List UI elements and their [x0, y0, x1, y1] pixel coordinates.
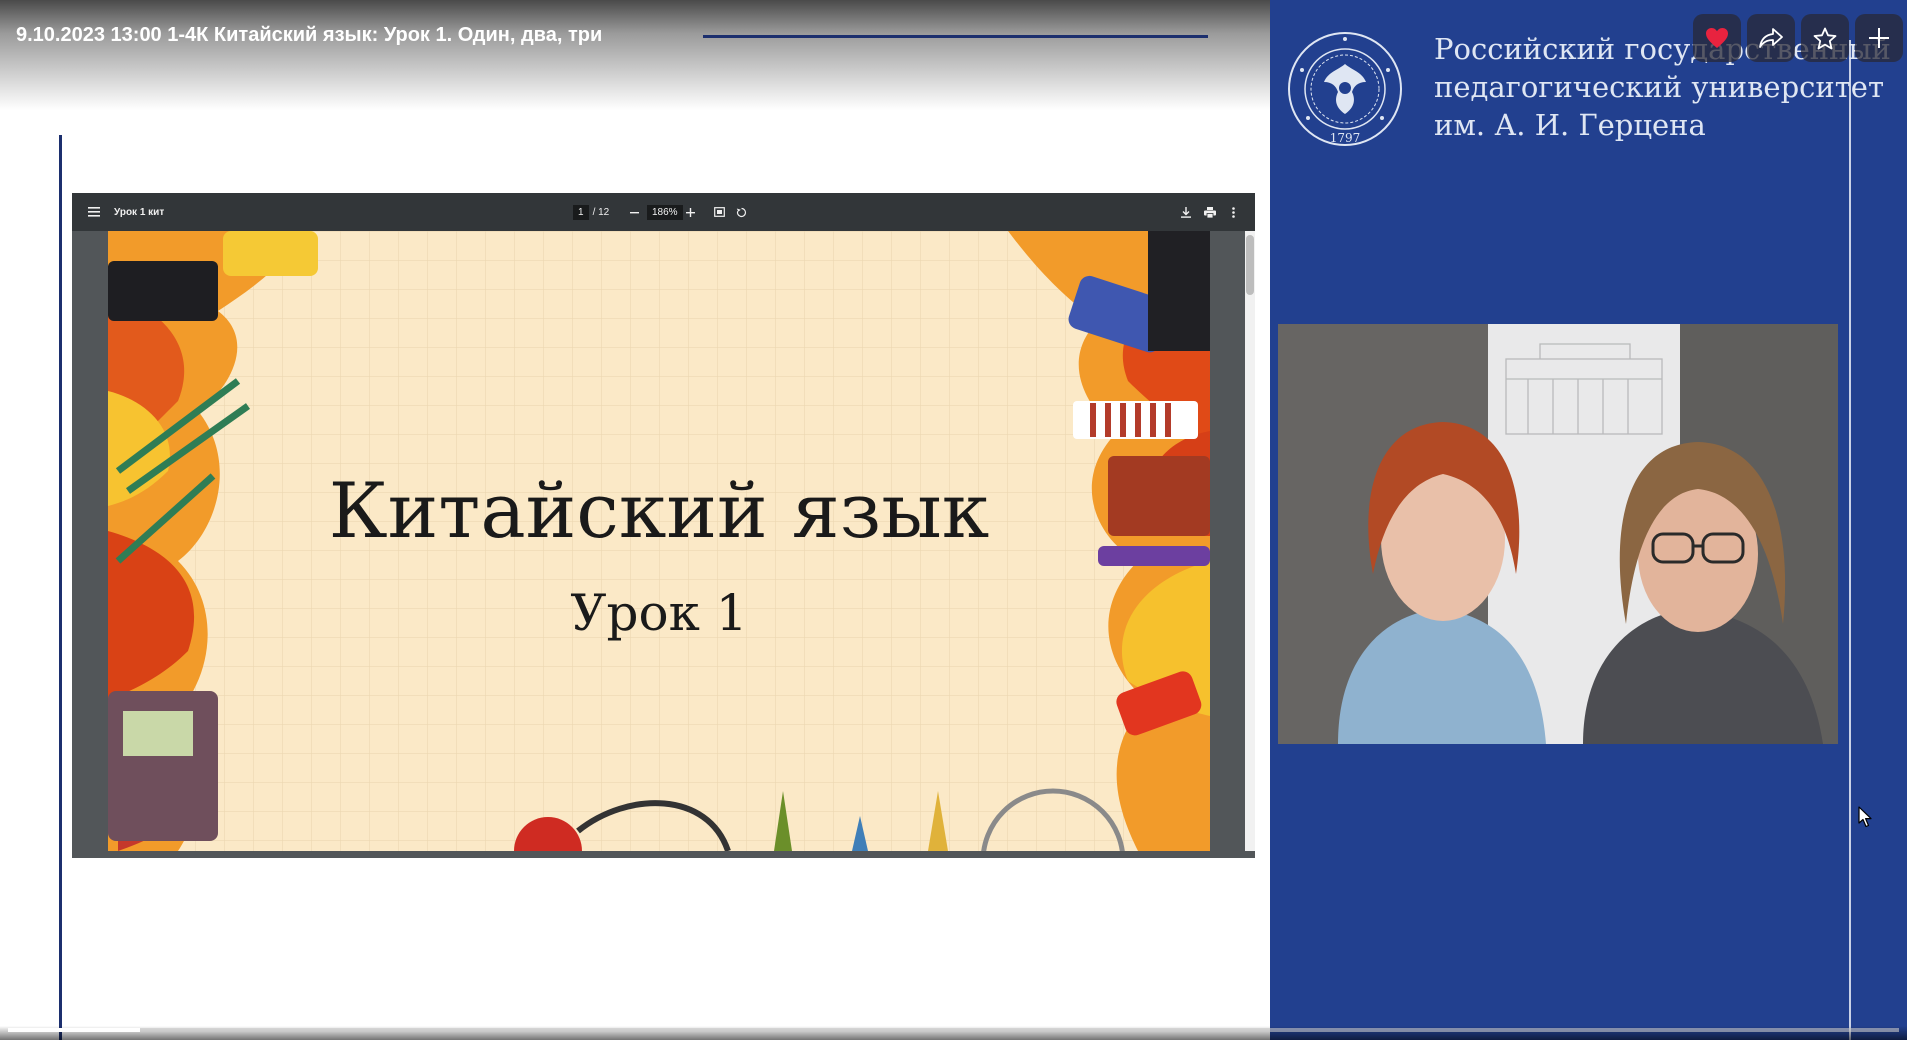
more-vert-icon[interactable]	[1227, 193, 1239, 231]
share-icon	[1759, 28, 1783, 48]
slide-page: Китайский язык Урок 1	[108, 231, 1210, 851]
add-button[interactable]	[1855, 14, 1903, 62]
pdf-file-name: Урок 1 кит	[114, 206, 165, 218]
like-button[interactable]	[1693, 14, 1741, 62]
plus-icon	[1869, 28, 1889, 48]
university-name-line-3: им. А. И. Герцена	[1434, 108, 1706, 142]
video-title-overlay	[0, 0, 1270, 110]
mouse-cursor-icon	[1858, 806, 1874, 828]
pdf-scrollbar[interactable]	[1245, 231, 1255, 851]
print-icon[interactable]	[1201, 193, 1219, 231]
rotate-icon[interactable]	[733, 193, 749, 231]
slide-title: Китайский язык	[328, 466, 990, 555]
zoom-out-button[interactable]	[627, 193, 641, 231]
slide-subtitle: Урок 1	[570, 584, 748, 642]
progress-fill	[8, 1028, 141, 1032]
page-total: / 12	[592, 206, 610, 218]
pdf-viewer: Урок 1 кит 1 / 12 186% Китайский язык Ур…	[72, 193, 1255, 858]
progress-bar[interactable]	[8, 1028, 1899, 1032]
panel-divider-line	[1849, 40, 1851, 1040]
university-name-line-2: педагогический университет	[1434, 70, 1884, 104]
decorative-line-vertical	[59, 135, 62, 1040]
zoom-level-input[interactable]: 186%	[647, 204, 683, 220]
video-title: 9.10.2023 13:00 1-4К Китайский язык: Уро…	[16, 24, 603, 46]
page-number-input[interactable]: 1	[573, 204, 589, 220]
favorite-button[interactable]	[1801, 14, 1849, 62]
university-seal-logo: 1797	[1286, 30, 1404, 148]
fit-page-icon[interactable]	[711, 193, 727, 231]
heart-icon	[1706, 28, 1728, 48]
download-icon[interactable]	[1178, 193, 1194, 231]
menu-icon[interactable]	[84, 193, 104, 231]
webcam-video	[1278, 324, 1838, 744]
decorative-line	[703, 35, 1208, 38]
pdf-toolbar: Урок 1 кит 1 / 12 186%	[72, 193, 1255, 231]
share-button[interactable]	[1747, 14, 1795, 62]
zoom-in-button[interactable]	[683, 193, 697, 231]
seal-year: 1797	[1330, 131, 1361, 145]
star-icon	[1813, 27, 1837, 49]
pdf-scroll-thumb[interactable]	[1246, 235, 1254, 295]
